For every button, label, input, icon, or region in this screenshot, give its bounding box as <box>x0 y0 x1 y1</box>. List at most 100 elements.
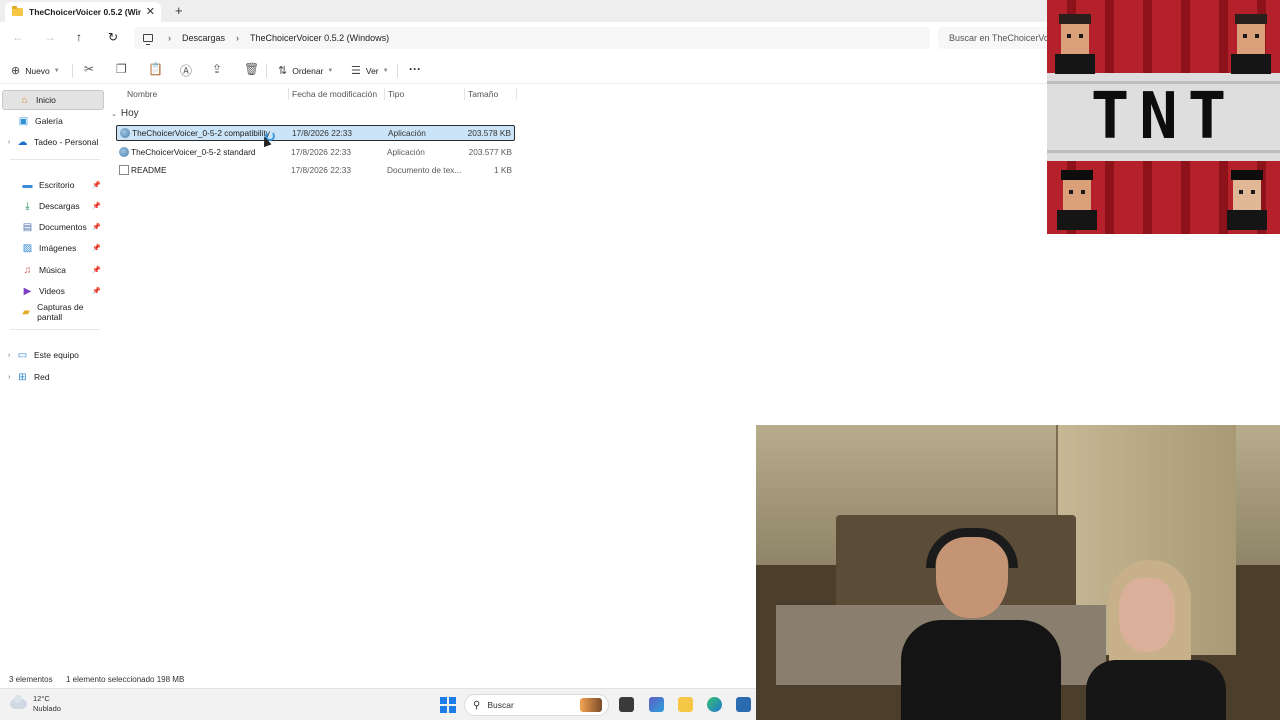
view-button[interactable]: ☰ Ver ▼ <box>351 64 389 77</box>
application-icon <box>119 147 129 157</box>
chevron-right-icon[interactable]: › <box>8 139 17 146</box>
delete-icon[interactable]: 🗑 <box>244 62 259 76</box>
pin-icon: 📌 <box>92 267 101 274</box>
chevron-right-icon[interactable]: › <box>8 352 17 359</box>
teams-icon[interactable] <box>649 697 664 712</box>
home-icon: ⌂ <box>21 94 28 106</box>
column-header-modified[interactable]: Fecha de modificación <box>292 89 377 99</box>
command-bar: ⊕ Nuevo ▼ ✂ ❐ 📋 Ⓐ ⇪ 🗑 ⇅ Ordenar ▼ ☰ Ver … <box>0 56 1047 84</box>
sidebar-item-onedrive[interactable]: › ☁ Tadeo - Personal <box>2 132 104 152</box>
computer-icon: ▭ <box>17 349 28 361</box>
column-header-name[interactable]: Nombre <box>127 89 157 99</box>
sidebar-item-documentos[interactable]: ▤ Documentos 📌 <box>2 217 104 237</box>
plus-circle-icon: ⊕ <box>11 65 21 77</box>
pin-icon: 📌 <box>92 203 101 210</box>
file-size: 203.578 KB <box>467 128 511 138</box>
column-header-type[interactable]: Tipo <box>388 89 404 99</box>
weather-widget[interactable]: 12°C Nublado <box>10 694 61 714</box>
chevron-down-icon: ▼ <box>53 67 60 74</box>
sidebar-item-capturas[interactable]: ▰ Capturas de pantall <box>2 302 104 322</box>
weather-temperature: 12°C <box>33 694 50 703</box>
file-type: Documento de tex... <box>387 165 462 175</box>
streamer-person <box>901 528 1061 720</box>
divider <box>266 64 267 78</box>
computer-icon <box>143 34 153 45</box>
application-icon <box>120 128 130 138</box>
share-icon[interactable]: ⇪ <box>212 62 222 76</box>
windows-start-icon[interactable] <box>440 697 456 713</box>
edge-browser-icon[interactable] <box>707 697 722 712</box>
breadcrumb-current-folder[interactable]: TheChoicerVoicer 0.5.2 (Windows) <box>250 33 389 43</box>
sidebar-item-descargas[interactable]: ⤓ Descargas 📌 <box>2 196 104 216</box>
divider <box>397 64 398 78</box>
sidebar-item-galeria[interactable]: ▣ Galería <box>2 111 104 131</box>
paste-icon[interactable]: 📋 <box>148 62 163 76</box>
divider <box>464 88 465 100</box>
taskbar-search[interactable]: ⚲ Buscar <box>464 694 609 716</box>
sidebar-item-musica[interactable]: ♫ Música 📌 <box>2 260 104 280</box>
sidebar-item-label: Descargas <box>39 201 80 211</box>
image-icon: ▨ <box>22 242 33 254</box>
pin-icon: 📌 <box>92 182 101 189</box>
group-header-today[interactable]: ⌄ Hoy <box>111 108 139 119</box>
address-bar[interactable]: › Descargas › TheChoicerVoicer 0.5.2 (Wi… <box>134 27 930 49</box>
view-label: Ver <box>365 65 379 76</box>
close-tab-icon[interactable]: ✕ <box>146 5 155 18</box>
copy-icon[interactable]: ❐ <box>116 62 127 76</box>
status-item-count: 3 elementos <box>9 675 53 684</box>
sort-label: Ordenar <box>292 65 324 76</box>
sidebar-item-inicio[interactable]: ⌂ Inicio <box>2 90 104 110</box>
tnt-overlay: TNT <box>1047 0 1280 234</box>
file-row[interactable]: TheChoicerVoicer_0-5-2 standard 17/8/202… <box>116 144 515 160</box>
status-selection: 1 elemento seleccionado 198 MB <box>66 675 185 684</box>
cloud-icon: ☁ <box>17 136 28 148</box>
new-label: Nuevo <box>25 65 50 76</box>
forward-arrow-icon[interactable]: → <box>44 30 56 44</box>
chevron-right-icon[interactable]: › <box>8 374 17 381</box>
file-explorer-icon[interactable] <box>678 697 693 712</box>
sidebar-item-label: Música <box>39 265 66 275</box>
column-header-size[interactable]: Tamaño <box>468 89 498 99</box>
new-button[interactable]: ⊕ Nuevo ▼ <box>11 64 60 77</box>
cloud-icon <box>10 695 27 709</box>
folder-icon <box>12 6 23 16</box>
file-modified: 17/8/2026 22:33 <box>291 165 351 175</box>
task-view-icon[interactable] <box>619 697 634 712</box>
network-icon: ⊞ <box>18 371 27 383</box>
desktop-icon: ▬ <box>22 179 33 191</box>
sidebar-item-videos[interactable]: ▶ Videos 📌 <box>2 281 104 301</box>
file-row[interactable]: TheChoicerVoicer_0-5-2 compatibility 17/… <box>116 125 515 141</box>
sidebar-item-label: Capturas de pantall <box>37 302 84 322</box>
divider <box>72 64 73 78</box>
sidebar-item-imagenes[interactable]: ▨ Imágenes 📌 <box>2 238 104 258</box>
video-icon: ▶ <box>23 285 32 297</box>
sort-button[interactable]: ⇅ Ordenar ▼ <box>278 64 333 77</box>
sidebar-item-label: Inicio <box>36 95 56 105</box>
up-arrow-icon[interactable]: ↑ <box>76 30 82 44</box>
divider <box>384 88 385 100</box>
music-icon: ♫ <box>23 264 32 276</box>
pixel-character-icon <box>1057 170 1097 230</box>
new-tab-button[interactable]: + <box>175 3 183 18</box>
more-options-button[interactable]: ··· <box>409 62 421 76</box>
pin-icon: 📌 <box>92 224 101 231</box>
back-arrow-icon[interactable]: ← <box>12 30 24 44</box>
sidebar-item-escritorio[interactable]: ▬ Escritorio 📌 <box>2 175 104 195</box>
search-highlight-icon <box>580 698 602 712</box>
weather-condition: Nublado <box>33 704 61 713</box>
window-tab[interactable]: TheChoicerVoicer 0.5.2 (Windows) ✕ <box>5 2 161 22</box>
headphones-icon <box>926 528 1018 568</box>
rename-icon[interactable]: Ⓐ <box>180 62 192 79</box>
store-icon[interactable] <box>736 697 751 712</box>
breadcrumb-descargas[interactable]: Descargas <box>182 33 225 43</box>
sidebar-item-red[interactable]: › ⊞ Red <box>2 367 104 387</box>
pixel-character-icon <box>1055 14 1095 74</box>
refresh-icon[interactable]: ↻ <box>108 30 118 44</box>
view-icon: ☰ <box>351 65 361 77</box>
cut-icon[interactable]: ✂ <box>84 62 94 76</box>
status-bar: 3 elementos 1 elemento seleccionado 198 … <box>0 672 756 688</box>
search-input[interactable]: Buscar en TheChoicerVoicer 0.5.2 (Window… <box>938 27 1047 49</box>
file-name: README <box>131 165 167 175</box>
file-row[interactable]: README 17/8/2026 22:33 Documento de tex.… <box>116 162 515 178</box>
sidebar-item-este-equipo[interactable]: › ▭ Este equipo <box>2 345 104 365</box>
